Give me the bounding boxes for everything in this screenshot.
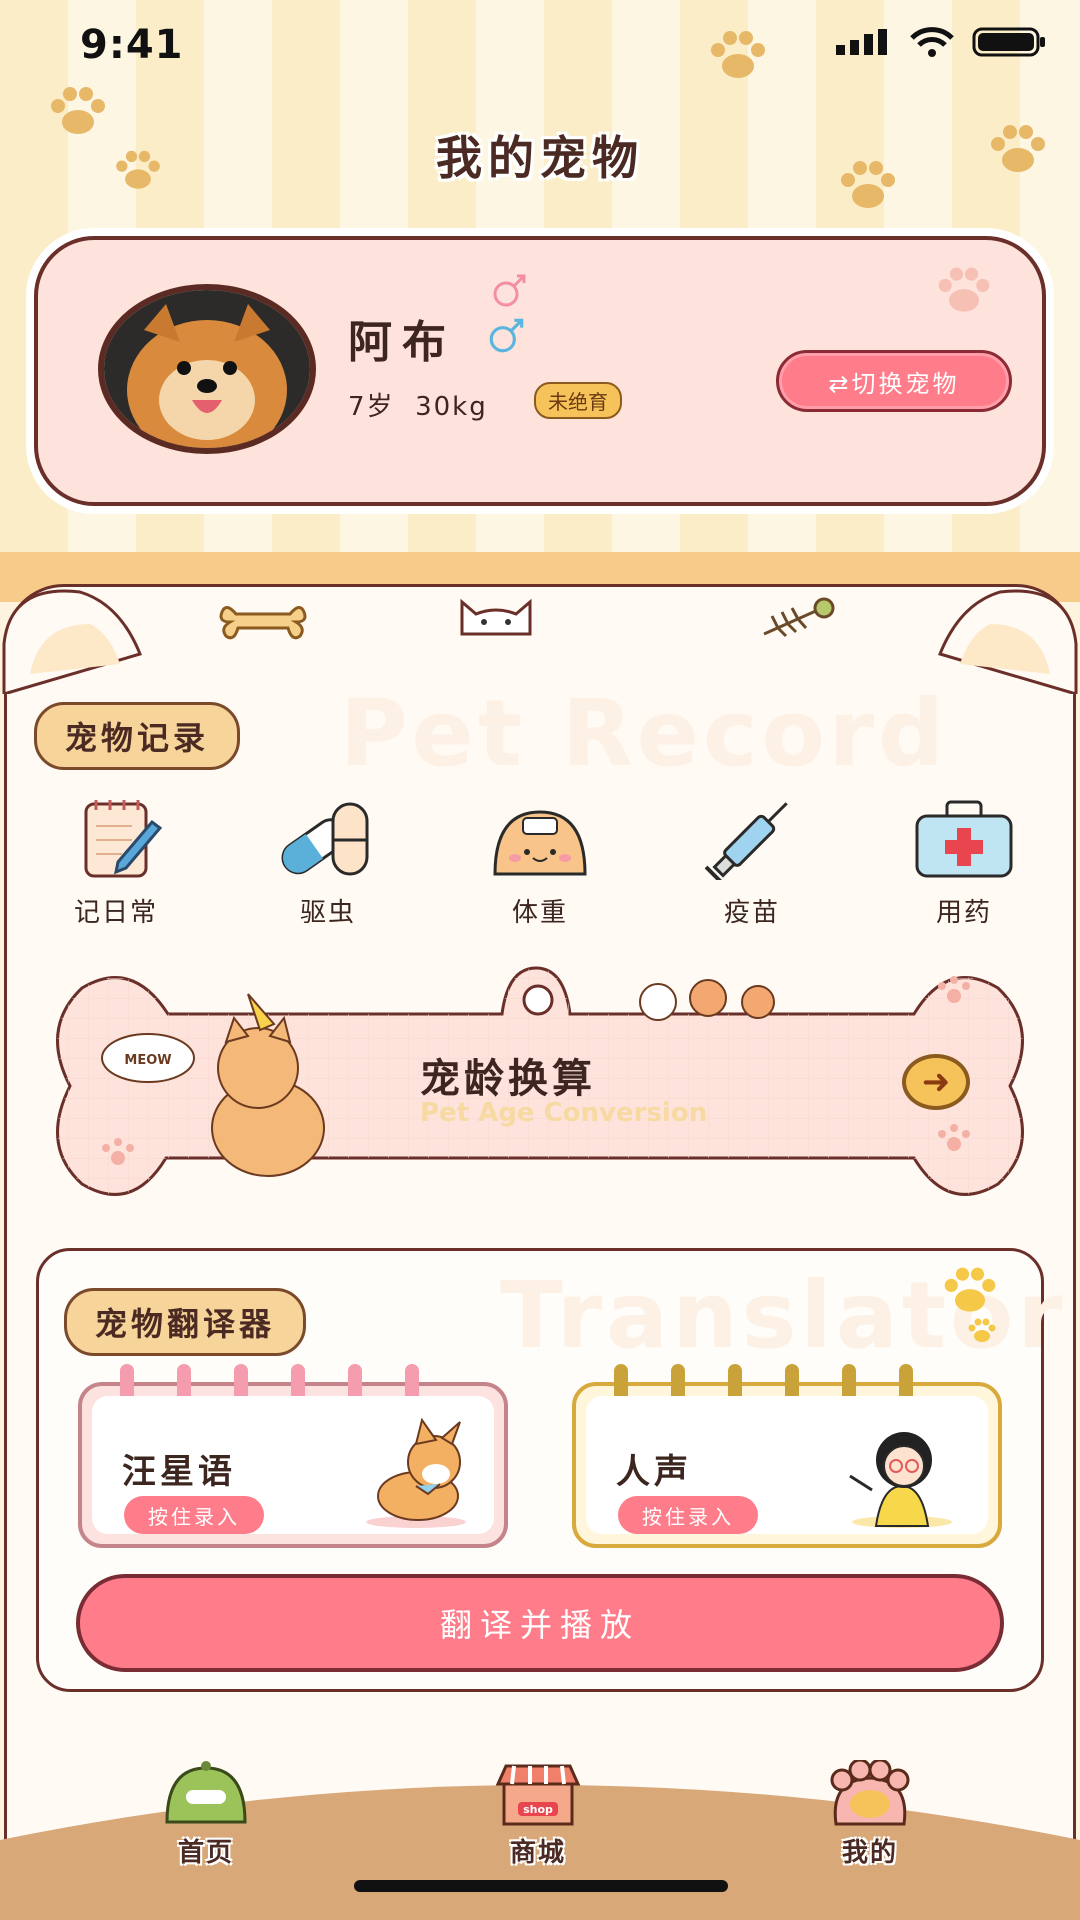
record-label-weight: 体重 — [511, 898, 568, 928]
record-item-medicine[interactable]: 用药 — [884, 796, 1044, 929]
translate-play-button[interactable]: 翻译并播放 — [76, 1574, 1004, 1672]
syringe-icon — [704, 802, 788, 886]
status-icons — [836, 26, 1046, 58]
record-label-medicine: 用药 — [935, 898, 992, 928]
paw-icon — [830, 1758, 910, 1826]
girl-icon — [849, 1432, 952, 1528]
shop-icon: shop — [495, 1764, 581, 1826]
neuter-badge: 未绝育 — [534, 382, 622, 419]
human-record-button[interactable]: 按住录入 — [618, 1496, 758, 1534]
bone-icon — [219, 606, 307, 640]
dog-avatar-icon — [104, 290, 310, 448]
tab-mine[interactable]: 我的 — [800, 1758, 940, 1869]
battery-icon — [972, 27, 1045, 57]
medkit-icon — [915, 800, 1013, 878]
fishbone-icon — [763, 597, 835, 638]
corgi-icon — [366, 1418, 466, 1528]
tab-label-mine: 我的 — [841, 1838, 898, 1868]
shop-sign-text: shop — [523, 1803, 553, 1816]
pet-weight: 30kg — [415, 392, 488, 422]
status-time: 9:41 — [80, 22, 184, 68]
record-item-deworm[interactable]: 驱虫 — [248, 796, 408, 929]
record-label-vaccine: 疫苗 — [723, 898, 780, 928]
cat-face-icon — [460, 598, 532, 636]
record-section-label: 宠物记录 — [34, 702, 241, 770]
scale-icon — [493, 810, 587, 876]
record-item-weight[interactable]: 体重 — [460, 796, 620, 929]
record-item-daily[interactable]: 记日常 — [36, 796, 196, 929]
record-watermark: Pet Record — [340, 680, 949, 787]
record-item-vaccine[interactable]: 疫苗 — [672, 796, 832, 929]
wifi-icon — [910, 27, 954, 57]
paw-icon — [944, 1267, 996, 1312]
pet-record-button[interactable]: 按住录入 — [124, 1496, 264, 1534]
pet-avatar[interactable] — [98, 284, 316, 454]
page-title: 我的宠物 — [436, 131, 644, 185]
female-icon — [493, 274, 526, 307]
paw-icon — [938, 267, 990, 312]
cat-ear-right-icon — [937, 589, 1078, 694]
tab-label-home: 首页 — [177, 1838, 234, 1868]
home-indicator — [354, 1880, 728, 1892]
translator-section-label: 宠物翻译器 — [64, 1288, 307, 1356]
age-conversion-subtitle: Pet Age Conversion — [420, 1098, 708, 1128]
record-label-daily: 记日常 — [73, 898, 158, 928]
human-voice-card[interactable]: 人声 按住录入 — [572, 1364, 1002, 1548]
tab-shop[interactable]: shop 商城 — [468, 1760, 608, 1869]
pet-card[interactable]: 阿布 7岁 30kg 未绝育 ⇄切换宠物 — [34, 236, 1046, 506]
home-icon — [165, 1761, 247, 1824]
male-icon — [489, 318, 524, 353]
pet-stats: 7岁 30kg — [348, 386, 488, 423]
cat-bubble-text: MEOW — [124, 1053, 171, 1068]
tab-label-shop: 商城 — [509, 1838, 566, 1868]
pet-voice-title: 汪星语 — [122, 1452, 236, 1492]
signal-icon — [836, 29, 887, 55]
notebook-icon — [84, 800, 163, 878]
cat-ear-left-icon — [2, 589, 143, 694]
age-conversion-title: 宠龄换算 — [420, 1056, 596, 1102]
record-items: 记日常 驱虫 体重 疫苗 用药 — [36, 796, 1044, 929]
pet-name: 阿布 — [348, 317, 456, 368]
paw-icon — [968, 1318, 996, 1342]
capsule-icon — [281, 802, 369, 876]
pet-voice-card[interactable]: 汪星语 按住录入 — [78, 1364, 508, 1548]
pet-age: 7岁 — [348, 392, 395, 422]
paw-icon — [711, 31, 765, 78]
tab-home[interactable]: 首页 — [136, 1760, 276, 1869]
human-voice-title: 人声 — [616, 1452, 692, 1492]
record-label-deworm: 驱虫 — [299, 898, 356, 928]
switch-pet-button[interactable]: ⇄切换宠物 — [776, 350, 1012, 412]
arrow-right-icon[interactable]: ➜ — [902, 1054, 970, 1110]
